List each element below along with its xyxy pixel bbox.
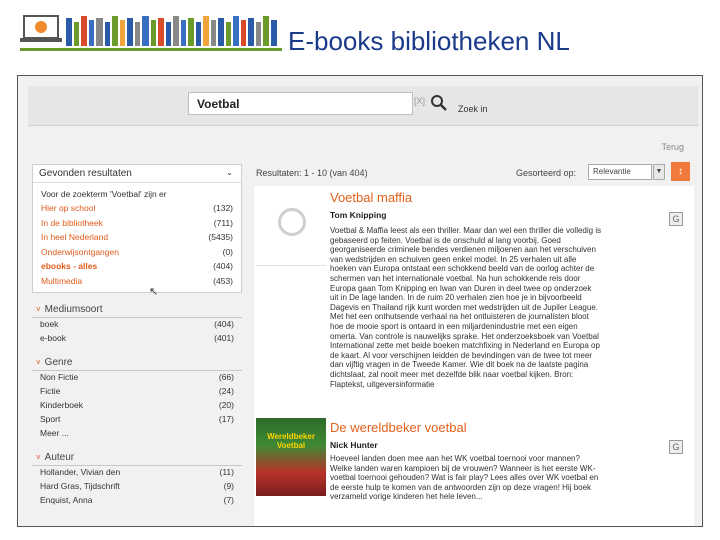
chevron-down-icon: ⌄ bbox=[226, 168, 233, 177]
zoek-in-label: Zoek in bbox=[458, 104, 488, 114]
result-title[interactable]: De wereldbeker voetbal bbox=[330, 420, 467, 435]
result-description: Voetbal & Maffia leest als een thriller.… bbox=[330, 226, 602, 389]
camera-icon bbox=[278, 208, 306, 236]
sort-order-button[interactable]: ↕ bbox=[671, 162, 690, 181]
result-item[interactable]: Voetbal maffia Tom Knipping G Voetbal & … bbox=[254, 186, 694, 408]
library-books-logo bbox=[20, 15, 277, 46]
auteur-item[interactable]: Hollander, Vivian den (11) bbox=[32, 466, 242, 480]
caret-down-icon: ˅ bbox=[36, 453, 41, 462]
book-cover-title: Wereldbeker Voetbal bbox=[267, 432, 315, 450]
medium-item[interactable]: boek (404) bbox=[32, 318, 242, 332]
facet-box-gevonden: Gevonden resultaten ⌄ Voor de zoekterm '… bbox=[32, 164, 242, 293]
result-item[interactable]: Wereldbeker Voetbal De wereldbeker voetb… bbox=[254, 412, 694, 522]
facet-item[interactable]: Onderwijsontgangen (0) bbox=[33, 245, 241, 260]
results-count: Resultaten: 1 - 10 (van 404) bbox=[256, 168, 368, 178]
book-cover[interactable]: Wereldbeker Voetbal bbox=[256, 418, 326, 496]
sort-select[interactable]: Relevantie bbox=[588, 164, 652, 180]
search-icon[interactable] bbox=[430, 94, 448, 112]
facet-item[interactable]: Hier op school (132) bbox=[33, 201, 241, 216]
result-title[interactable]: Voetbal maffia bbox=[330, 190, 412, 205]
screenshot-frame: Voetbal [X] Zoek in Terug Gevonden resul… bbox=[17, 75, 703, 527]
sort-label: Gesorteerd op: bbox=[516, 168, 577, 178]
facet-item[interactable]: In de bibliotheek (711) bbox=[33, 216, 241, 231]
terug-link[interactable]: Terug bbox=[661, 142, 684, 152]
auteur-item[interactable]: Enquist, Anna (7) bbox=[32, 494, 242, 508]
facet-item[interactable]: ebooks - alles (404) bbox=[33, 259, 241, 274]
caret-down-icon: ˅ bbox=[36, 305, 41, 314]
genre-more[interactable]: Meer ... bbox=[32, 427, 242, 441]
section-head-auteur[interactable]: ˅ Auteur bbox=[32, 449, 242, 466]
facet-note: Voor de zoekterm 'Voetbal' zijn er bbox=[41, 189, 167, 199]
ebook-icon: G bbox=[669, 212, 683, 226]
genre-item[interactable]: Sport (17) bbox=[32, 413, 242, 427]
mouse-cursor-icon: ↖ bbox=[149, 286, 159, 298]
logo-underline bbox=[20, 48, 282, 51]
facet-item[interactable]: In heel Nederland (5435) bbox=[33, 230, 241, 245]
search-bar: Voetbal [X] Zoek in bbox=[28, 86, 698, 126]
auteur-item[interactable]: Hard Gras, Tijdschrift (9) bbox=[32, 480, 242, 494]
section-head-medium[interactable]: ˅ Mediumsoort bbox=[32, 301, 242, 318]
genre-item[interactable]: Fictie (24) bbox=[32, 385, 242, 399]
section-head-genre[interactable]: ˅ Genre bbox=[32, 354, 242, 371]
genre-item[interactable]: Non Fictie (66) bbox=[32, 371, 242, 385]
result-author[interactable]: Nick Hunter bbox=[330, 440, 378, 450]
genre-item[interactable]: Kinderboek (20) bbox=[32, 399, 242, 413]
slide-header: E-books bibliotheken NL bbox=[0, 0, 720, 72]
medium-item[interactable]: e-book (401) bbox=[32, 332, 242, 346]
facets-panel: Gevonden resultaten ⌄ Voor de zoekterm '… bbox=[32, 164, 242, 526]
facet-header-label: Gevonden resultaten bbox=[39, 168, 132, 179]
ebook-icon: G bbox=[669, 440, 683, 454]
result-description: Hoeveel landen doen mee aan het WK voetb… bbox=[330, 454, 599, 502]
dropdown-arrow-icon[interactable]: ▼ bbox=[653, 164, 665, 180]
no-cover-placeholder bbox=[256, 188, 326, 266]
slide-title: E-books bibliotheken NL bbox=[288, 26, 570, 56]
result-author[interactable]: Tom Knipping bbox=[330, 210, 387, 220]
results-list: Voetbal maffia Tom Knipping G Voetbal & … bbox=[254, 186, 694, 526]
caret-down-icon: ˅ bbox=[36, 358, 41, 367]
facet-item[interactable]: Multimedia (453) bbox=[33, 274, 241, 289]
search-input[interactable]: Voetbal bbox=[188, 92, 413, 115]
results-toolbar: Resultaten: 1 - 10 (van 404) Gesorteerd … bbox=[256, 162, 690, 188]
clear-search-button[interactable]: [X] bbox=[414, 96, 425, 106]
facet-header[interactable]: Gevonden resultaten ⌄ bbox=[33, 165, 241, 183]
